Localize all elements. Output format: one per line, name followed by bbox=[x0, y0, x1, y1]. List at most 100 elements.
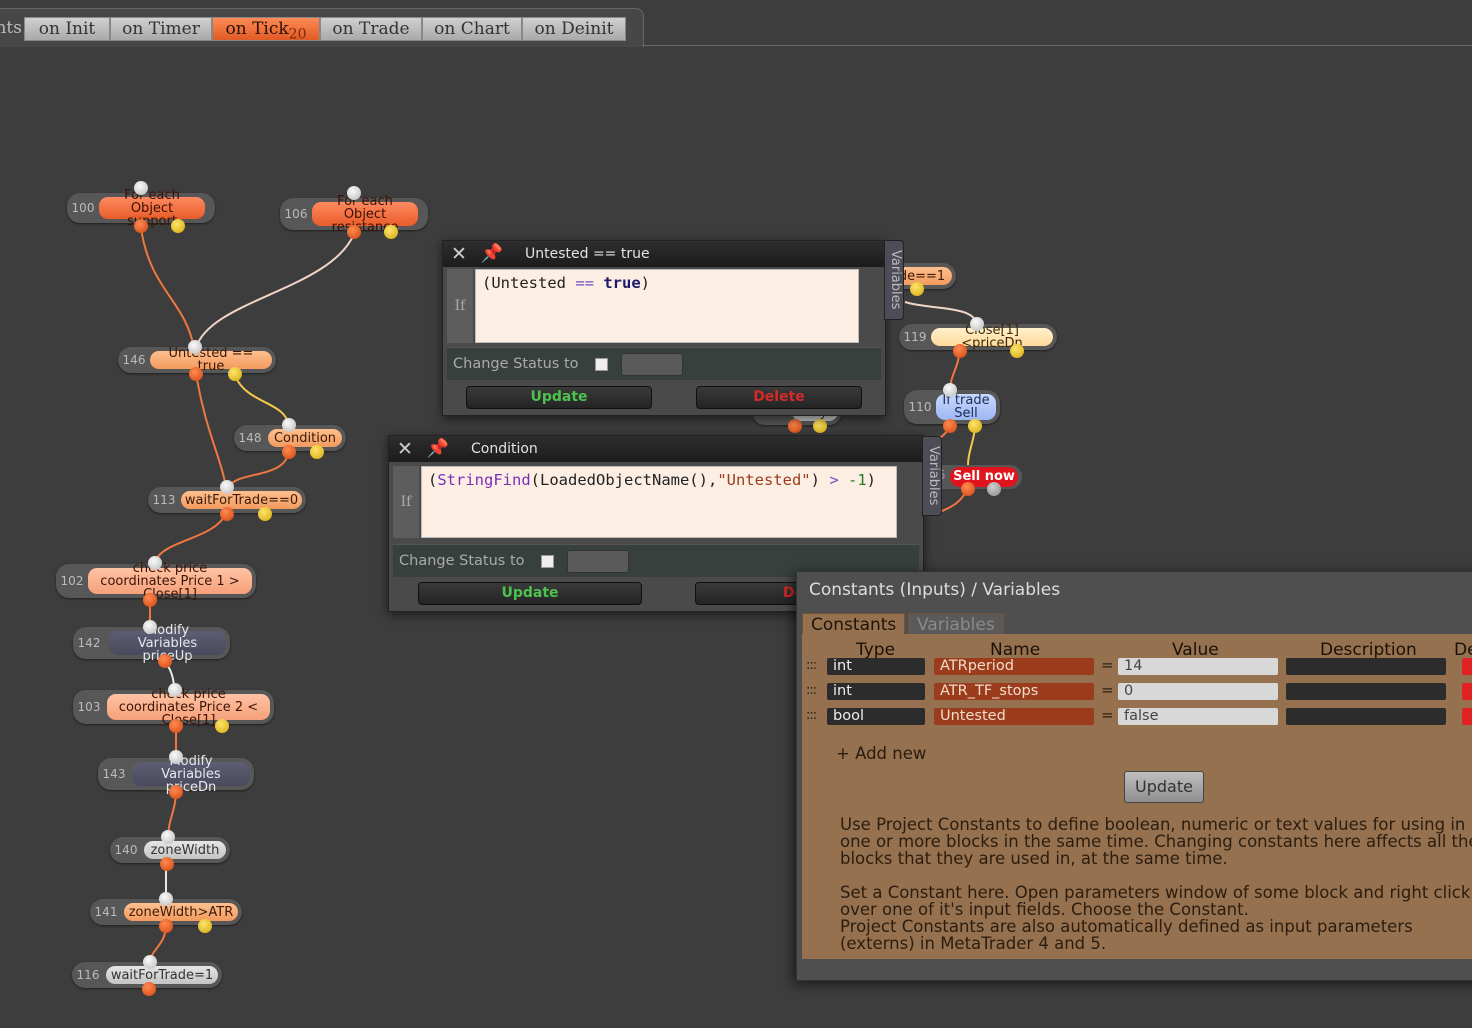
if-label: If bbox=[447, 269, 473, 343]
constant-value-field[interactable]: 14 bbox=[1118, 658, 1278, 675]
dialog-title-bar[interactable]: ✕ 📌 Untested == true bbox=[443, 241, 885, 267]
constant-description-field[interactable] bbox=[1286, 708, 1446, 725]
node-141-label: zoneWidth>ATR bbox=[124, 903, 238, 921]
node-146-output-dot-2[interactable] bbox=[228, 367, 242, 381]
help-text-3: Project Constants are also automatically… bbox=[840, 917, 1413, 953]
constant-name-field[interactable]: ATR_TF_stops bbox=[934, 683, 1094, 700]
node-106-output-dot-2[interactable] bbox=[384, 225, 398, 239]
node-113-input-dot[interactable] bbox=[220, 480, 234, 494]
node-110-output-dot-2[interactable] bbox=[968, 419, 982, 433]
node-143-input-dot[interactable] bbox=[169, 750, 183, 764]
node-142-input-dot[interactable] bbox=[143, 620, 157, 634]
node-buy-output-dot[interactable] bbox=[788, 419, 802, 433]
change-status-label: Change Status to bbox=[399, 553, 525, 569]
node-110-id: 110 bbox=[908, 400, 932, 414]
dialog-title: Untested == true bbox=[525, 246, 650, 262]
wire-146-113 bbox=[195, 372, 227, 489]
variables-side-tab[interactable]: Variables bbox=[922, 436, 942, 516]
node-110-output-dot[interactable] bbox=[943, 419, 957, 433]
node-146-input-dot[interactable] bbox=[188, 340, 202, 354]
tab-variables[interactable]: Variables bbox=[908, 613, 1004, 636]
node-141-input-dot[interactable] bbox=[159, 892, 173, 906]
column-header-delete: De bbox=[1454, 640, 1472, 660]
add-new-link[interactable]: + Add new bbox=[836, 744, 926, 763]
constant-name-field[interactable]: ATRperiod bbox=[934, 658, 1094, 675]
node-103-input-dot[interactable] bbox=[168, 683, 182, 697]
node-146-output-dot[interactable] bbox=[189, 367, 203, 381]
column-header-value: Value bbox=[1172, 640, 1219, 660]
close-icon[interactable]: ✕ bbox=[449, 244, 469, 264]
node-141-id: 141 bbox=[94, 905, 118, 919]
delete-constant-button[interactable] bbox=[1462, 658, 1472, 675]
node-143-output-dot[interactable] bbox=[169, 785, 183, 799]
constant-value-field[interactable]: 0 bbox=[1118, 683, 1278, 700]
condition-expression-input[interactable]: (Untested == true) bbox=[475, 269, 859, 343]
node-116-output-dot[interactable] bbox=[142, 982, 156, 996]
node-103-id: 103 bbox=[77, 700, 101, 714]
delete-constant-button[interactable] bbox=[1462, 683, 1472, 700]
expr-number: -1 bbox=[838, 471, 867, 489]
constant-description-field[interactable] bbox=[1286, 658, 1446, 675]
node-141-output-dot[interactable] bbox=[159, 919, 173, 933]
node-119-output-dot[interactable] bbox=[953, 344, 967, 358]
node-sell-now[interactable]: 5 Sell now bbox=[930, 465, 1022, 489]
node-103-output-dot[interactable] bbox=[169, 719, 183, 733]
variables-side-tab[interactable]: Variables bbox=[884, 240, 904, 320]
drag-handle-icon[interactable]: ::: bbox=[806, 658, 817, 673]
node-119-input-dot[interactable] bbox=[970, 317, 984, 331]
node-102-output-dot[interactable] bbox=[143, 593, 157, 607]
constants-panel: Constants (Inputs) / Variables Constants… bbox=[796, 571, 1472, 981]
node-116-input-dot[interactable] bbox=[143, 955, 157, 969]
expr-open: ( bbox=[428, 471, 438, 489]
node-141-output-dot-2[interactable] bbox=[198, 919, 212, 933]
node-100-output-dot-2[interactable] bbox=[171, 219, 185, 233]
delete-constant-button[interactable] bbox=[1462, 708, 1472, 725]
node-103-output-dot-2[interactable] bbox=[215, 719, 229, 733]
dialog-title-bar[interactable]: ✕ 📌 Condition bbox=[389, 436, 923, 462]
node-148-output-dot-2[interactable] bbox=[310, 445, 324, 459]
drag-handle-icon[interactable]: ::: bbox=[806, 683, 817, 698]
pin-icon[interactable]: 📌 bbox=[475, 243, 509, 265]
node-buy-output-dot-2[interactable] bbox=[813, 419, 827, 433]
drag-handle-icon[interactable]: ::: bbox=[806, 708, 817, 723]
constant-description-field[interactable] bbox=[1286, 683, 1446, 700]
delete-button[interactable]: Delete bbox=[696, 386, 862, 409]
pin-icon[interactable]: 📌 bbox=[421, 438, 455, 460]
node-148-input-dot[interactable] bbox=[282, 418, 296, 432]
node-106-input-dot[interactable] bbox=[347, 186, 361, 200]
node-140-output-dot[interactable] bbox=[160, 857, 174, 871]
node-113-output-dot-2[interactable] bbox=[258, 507, 272, 521]
change-status-field[interactable] bbox=[621, 353, 683, 376]
node-113-output-dot[interactable] bbox=[220, 507, 234, 521]
node-106-output-dot[interactable] bbox=[347, 225, 361, 239]
constants-update-button[interactable]: Update bbox=[1124, 771, 1204, 803]
node-140-input-dot[interactable] bbox=[161, 830, 175, 844]
constant-value-field[interactable]: false bbox=[1118, 708, 1278, 725]
node-142-output-dot[interactable] bbox=[158, 654, 172, 668]
update-button[interactable]: Update bbox=[466, 386, 652, 409]
node-110-input-dot[interactable] bbox=[943, 383, 957, 397]
node-100-input-dot[interactable] bbox=[134, 181, 148, 195]
change-status-checkbox[interactable] bbox=[595, 358, 608, 371]
tab-constants[interactable]: Constants bbox=[802, 613, 906, 636]
node-113-id: 113 bbox=[152, 493, 176, 507]
node-116-id: 116 bbox=[76, 968, 100, 982]
node-148-output-dot[interactable] bbox=[282, 445, 296, 459]
node-119-output-dot-2[interactable] bbox=[1010, 344, 1024, 358]
node-sell-output-dot[interactable] bbox=[961, 482, 975, 496]
node-102-input-dot[interactable] bbox=[148, 556, 162, 570]
constant-type-field[interactable]: bool bbox=[827, 708, 925, 725]
constant-name-field[interactable]: Untested bbox=[934, 708, 1094, 725]
constant-type-field[interactable]: int bbox=[827, 683, 925, 700]
node-100-output-dot[interactable] bbox=[134, 219, 148, 233]
node-143-id: 143 bbox=[102, 767, 126, 781]
change-status-field[interactable] bbox=[567, 550, 629, 573]
close-icon[interactable]: ✕ bbox=[395, 439, 415, 459]
node-sell-output-dot-2[interactable] bbox=[987, 482, 1001, 496]
condition-expression-input[interactable]: (StringFind(LoadedObjectName(),"Untested… bbox=[421, 466, 897, 538]
update-button[interactable]: Update bbox=[418, 582, 642, 605]
node-partial-output-dot[interactable] bbox=[910, 282, 924, 296]
change-status-checkbox[interactable] bbox=[541, 555, 554, 568]
constant-type-field[interactable]: int bbox=[827, 658, 925, 675]
equals-sign: = bbox=[1101, 706, 1114, 724]
